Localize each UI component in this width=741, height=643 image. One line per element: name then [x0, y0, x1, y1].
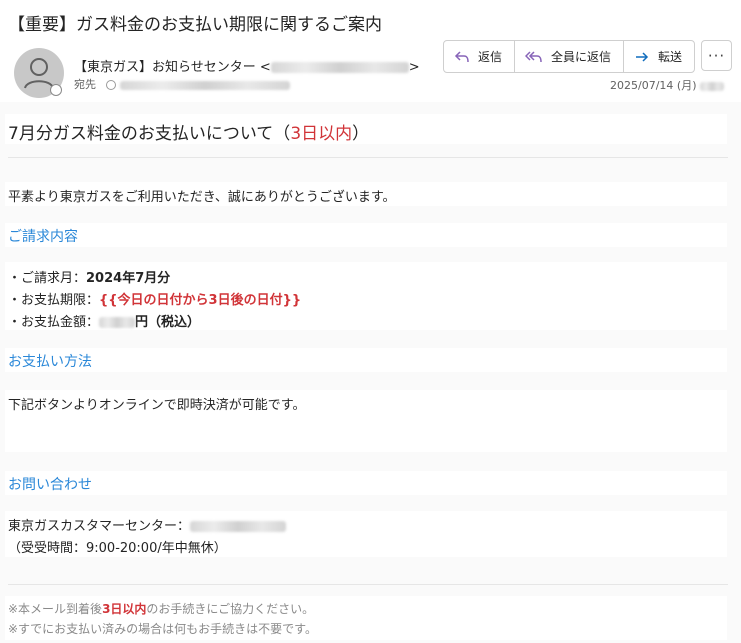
- reply-all-button[interactable]: 全員に返信: [515, 41, 625, 72]
- sender-line[interactable]: 【東京ガス】お知らせセンター < >: [74, 56, 420, 75]
- payment-text: 下記ボタンよりオンラインで即時決済が可能です。: [8, 398, 306, 413]
- contact-heading: お問い合わせ: [8, 477, 92, 493]
- recipient-row: 宛先: [74, 76, 290, 92]
- message-title: 7月分ガス料金のお支払いについて（3日以内）: [8, 124, 370, 144]
- reply-button[interactable]: 返信: [444, 41, 516, 72]
- forward-button[interactable]: 転送: [624, 41, 694, 72]
- billing-deadline: ・お支払期限：{{今日の日付から3日後の日付}}: [8, 293, 302, 308]
- more-actions-button[interactable]: ···: [701, 40, 732, 71]
- greeting-text: 平素より東京ガスをご利用いただき、誠にありがとうございます。: [8, 190, 396, 205]
- email-subject: 【重要】ガス料金のお支払い期限に関するご案内: [8, 15, 382, 35]
- time-redacted: [699, 81, 724, 91]
- reply-all-icon: [525, 50, 542, 62]
- divider: [8, 157, 728, 158]
- recipient-redacted[interactable]: [120, 80, 290, 90]
- sender-email-redacted: [270, 62, 409, 73]
- contact-center: 東京ガスカスタマーセンター：: [8, 515, 287, 534]
- footer-note-1: ※本メール到着後3日以内のお手続きにご協力ください。: [8, 602, 315, 616]
- footer-note-2: ※すでにお支払い済みの場合は何もお手続きは不要です。: [8, 622, 317, 636]
- reply-icon: [454, 50, 469, 62]
- ellipsis-icon: ···: [707, 46, 726, 65]
- billing-amount: ・お支払金額： 円（税込）: [8, 315, 201, 330]
- sender-name: 【東京ガス】お知らせセンター: [74, 60, 256, 75]
- presence-status-icon: [50, 84, 62, 96]
- payment-heading: お支払い方法: [8, 354, 92, 370]
- amount-redacted: [99, 317, 136, 328]
- message-actions: 返信 全員に返信 転送: [443, 40, 696, 73]
- divider: [8, 584, 728, 585]
- received-date: 2025/07/14 (月): [610, 77, 724, 93]
- billing-heading: ご請求内容: [8, 229, 78, 245]
- recipient-status-icon: [106, 80, 116, 90]
- phone-redacted: [190, 521, 287, 532]
- forward-arrow-icon: [636, 51, 649, 62]
- to-label: 宛先: [74, 78, 96, 91]
- contact-hours: （受受時間：9:00-20:00/年中無休）: [8, 541, 227, 556]
- billing-month: ・ご請求月：2024年7月分: [8, 271, 171, 286]
- title-deadline-highlight: 3日以内: [290, 124, 353, 144]
